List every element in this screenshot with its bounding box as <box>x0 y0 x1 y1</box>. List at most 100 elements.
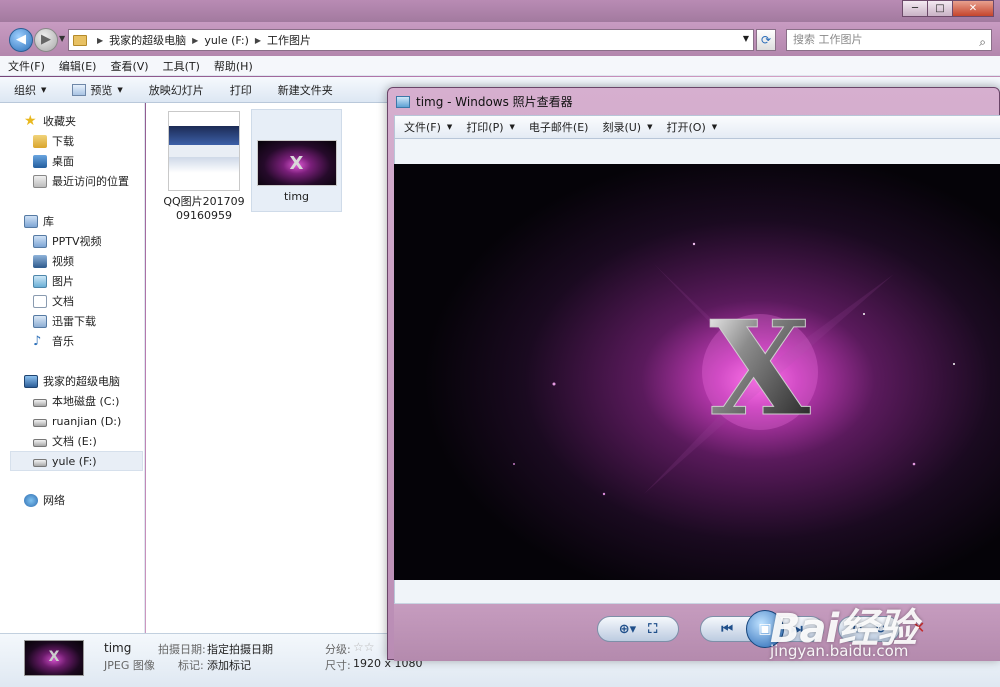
explorer-titlebar: ─ □ ✕ <box>0 0 1000 22</box>
nav-documents[interactable]: 文档 <box>33 291 74 311</box>
viewer-menu-open[interactable]: 打开(O) ▼ <box>667 119 718 135</box>
nav-drive-d[interactable]: ruanjian (D:) <box>33 411 121 431</box>
file-item[interactable]: QQ图片20170909160959 <box>160 111 248 223</box>
star-icon: ★ <box>24 112 37 129</box>
address-bar[interactable]: ▶ 我家的超级电脑 ▶ yule (F:) ▶ 工作图片 ▼ <box>68 29 754 51</box>
preview-label: 预览 <box>90 83 113 97</box>
details-file-name: timg <box>104 641 132 655</box>
nav-label: 桌面 <box>52 155 74 168</box>
details-file-type: JPEG 图像 <box>104 659 155 672</box>
nav-label: 文档 (E:) <box>52 435 97 448</box>
nav-favorites[interactable]: ★ 收藏夹 <box>24 111 76 131</box>
nav-recent-places[interactable]: 最近访问的位置 <box>33 171 129 191</box>
image-star <box>863 313 865 315</box>
back-button[interactable]: ◀ <box>9 28 33 52</box>
preview-button[interactable]: 预览 ▼ <box>72 82 123 98</box>
nav-music[interactable]: ♪ 音乐 <box>33 331 74 351</box>
menu-label: 电子邮件(E) <box>528 121 589 134</box>
nav-pptv[interactable]: PPTV视频 <box>33 231 102 251</box>
menu-help[interactable]: 帮助(H) <box>214 58 253 74</box>
viewer-menu-email[interactable]: 电子邮件(E) <box>529 119 589 135</box>
details-tag-label: 标记: <box>178 659 204 672</box>
slideshow-button[interactable]: 放映幻灯片 <box>149 82 204 98</box>
minimize-button[interactable]: ─ <box>902 0 928 17</box>
image-star <box>602 492 606 496</box>
photo-viewer-icon <box>396 95 410 108</box>
nav-label: 迅雷下载 <box>52 315 96 328</box>
previous-icon[interactable]: ⏮ <box>721 622 733 637</box>
viewer-menu-burn[interactable]: 刻录(U) ▼ <box>602 119 652 135</box>
new-folder-button[interactable]: 新建文件夹 <box>278 82 333 98</box>
file-item-selected[interactable]: timg <box>251 109 342 212</box>
file-name: QQ图片20170909160959 <box>163 195 245 222</box>
nav-drive-e[interactable]: 文档 (E:) <box>33 431 97 451</box>
nav-computer[interactable]: 我家的超级电脑 <box>24 371 120 391</box>
zoom-icon[interactable]: ⊕▾ <box>619 622 636 637</box>
displayed-image[interactable]: X <box>394 164 1000 580</box>
nav-desktop[interactable]: 桌面 <box>33 151 74 171</box>
nav-label: PPTV视频 <box>52 235 102 248</box>
nav-downloads[interactable]: 下载 <box>33 131 74 151</box>
menu-file[interactable]: 文件(F) <box>8 58 45 74</box>
image-star <box>552 382 556 386</box>
details-size-label: 尺寸: <box>325 659 351 672</box>
details-thumbnail <box>24 640 84 676</box>
image-star <box>953 363 955 365</box>
details-date-value[interactable]: 指定拍摄日期 <box>207 641 273 657</box>
nav-thunder-downloads[interactable]: 迅雷下载 <box>33 311 96 331</box>
menu-label: 打开(O) <box>666 121 706 134</box>
details-date-label: 拍摄日期: <box>158 643 206 656</box>
refresh-button[interactable]: ⟳ <box>756 29 776 51</box>
nav-libraries[interactable]: 库 <box>24 211 54 231</box>
nav-pictures[interactable]: 图片 <box>33 271 74 291</box>
address-dropdown-icon[interactable]: ▼ <box>743 34 749 43</box>
viewer-menu-file[interactable]: 文件(F) ▼ <box>404 119 452 135</box>
menu-tools[interactable]: 工具(T) <box>163 58 200 74</box>
close-button[interactable]: ✕ <box>952 0 994 17</box>
rating-stars-icon[interactable]: ☆☆ <box>353 640 375 654</box>
viewer-title: timg - Windows 照片查看器 <box>416 95 573 109</box>
maximize-button[interactable]: □ <box>927 0 953 17</box>
chevron-down-icon: ▼ <box>509 123 515 131</box>
nav-drive-f[interactable]: yule (F:) <box>10 451 143 471</box>
photo-viewer-window: timg - Windows 照片查看器 文件(F) ▼ 打印(P) ▼ 电子邮件(… <box>387 87 1000 661</box>
nav-videos[interactable]: 视频 <box>33 251 74 271</box>
print-label: 打印 <box>229 83 252 97</box>
history-dropdown-icon[interactable]: ▼ <box>59 34 65 43</box>
details-tag-value[interactable]: 添加标记 <box>207 657 251 673</box>
breadcrumb-folder[interactable]: 工作图片 <box>267 32 311 48</box>
search-input[interactable]: 搜索 工作图片 ⌕ <box>786 29 992 51</box>
organize-button[interactable]: 组织 ▼ <box>14 82 46 98</box>
image-star <box>513 463 515 465</box>
documents-icon <box>33 294 47 308</box>
network-icon <box>24 493 38 507</box>
actual-size-icon[interactable]: ⛶ <box>648 622 657 637</box>
nav-label: 收藏夹 <box>43 115 76 128</box>
forward-button[interactable]: ▶ <box>34 28 58 52</box>
menu-view[interactable]: 查看(V) <box>110 58 148 74</box>
chevron-right-icon[interactable]: ▶ <box>255 36 261 45</box>
print-button[interactable]: 打印 <box>230 82 252 98</box>
nav-drive-c[interactable]: 本地磁盘 (C:) <box>33 391 119 411</box>
address-row: ◀ ▶ ▼ ▶ 我家的超级电脑 ▶ yule (F:) ▶ 工作图片 ▼ ⟳ 搜… <box>0 22 1000 56</box>
desktop-icon <box>33 154 47 168</box>
library-icon <box>33 234 47 248</box>
viewer-menu-print[interactable]: 打印(P) ▼ <box>466 119 515 135</box>
search-icon[interactable]: ⌕ <box>979 32 986 52</box>
menu-label: 刻录(U) <box>602 121 642 134</box>
menu-edit[interactable]: 编辑(E) <box>59 58 97 74</box>
chevron-right-icon[interactable]: ▶ <box>192 36 198 45</box>
nav-network[interactable]: 网络 <box>24 490 65 510</box>
details-rating-label: 分级: <box>325 643 351 656</box>
chevron-down-icon: ▼ <box>711 123 718 131</box>
videos-icon <box>33 254 47 268</box>
nav-label: 我家的超级电脑 <box>43 375 120 388</box>
libraries-icon <box>24 214 38 228</box>
file-thumbnail <box>256 140 337 186</box>
chevron-right-icon[interactable]: ▶ <box>97 36 103 45</box>
breadcrumb-drive[interactable]: yule (F:) <box>204 34 249 47</box>
breadcrumb-computer[interactable]: 我家的超级电脑 <box>109 32 186 48</box>
image-star <box>692 242 696 246</box>
file-name: timg <box>283 190 310 203</box>
hard-drive-icon <box>33 458 47 467</box>
